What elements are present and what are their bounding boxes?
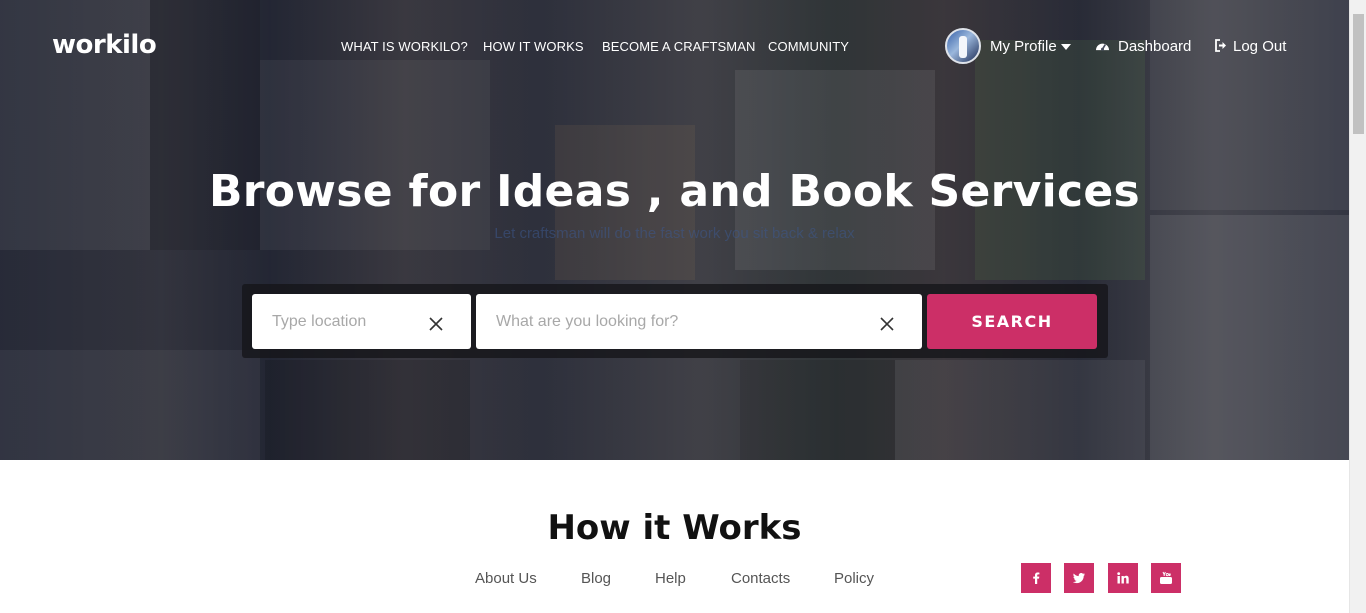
- twitter-icon: [1072, 573, 1085, 584]
- search-button[interactable]: SEARCH: [927, 294, 1097, 349]
- hero-photo-tile: [975, 40, 1145, 280]
- hero-photo-tile: [895, 360, 1145, 460]
- hero-photo-tile: [740, 360, 895, 460]
- avatar[interactable]: [945, 28, 981, 64]
- site-logo[interactable]: workilo: [52, 30, 157, 60]
- facebook-icon: [1033, 572, 1040, 584]
- footer-link-blog[interactable]: Blog: [581, 570, 611, 587]
- hero-photo-tile: [1150, 215, 1349, 460]
- hero-photo-tile: [260, 60, 490, 250]
- logout-link[interactable]: Log Out: [1233, 38, 1286, 55]
- logout-icon: [1215, 39, 1226, 52]
- dashboard-link[interactable]: Dashboard: [1118, 38, 1191, 55]
- footer-link-about-us[interactable]: About Us: [475, 570, 537, 587]
- hero-photo-tile: [0, 350, 260, 460]
- footer-link-help[interactable]: Help: [655, 570, 686, 587]
- nav-how-it-works[interactable]: HOW IT WORKS: [483, 39, 584, 54]
- dashboard-icon: [1096, 43, 1109, 51]
- clear-search-icon[interactable]: [880, 317, 894, 331]
- my-profile-menu[interactable]: My Profile: [990, 38, 1057, 55]
- nav-become-a-craftsman[interactable]: BECOME A CRAFTSMAN: [602, 39, 756, 54]
- hero-subtitle: Let craftsman will do the fast work you …: [494, 225, 855, 242]
- linkedin-button[interactable]: [1108, 563, 1138, 593]
- page-scrollbar[interactable]: [1349, 0, 1366, 613]
- scrollbar-thumb[interactable]: [1353, 14, 1364, 134]
- linkedin-icon: [1117, 572, 1129, 584]
- footer-link-contacts[interactable]: Contacts: [731, 570, 790, 587]
- youtube-icon: [1160, 571, 1172, 584]
- youtube-button[interactable]: [1151, 563, 1181, 593]
- facebook-button[interactable]: [1021, 563, 1051, 593]
- hero-title: Browse for Ideas , and Book Services: [208, 166, 1141, 217]
- search-input[interactable]: [476, 294, 922, 349]
- footer-link-policy[interactable]: Policy: [834, 570, 874, 587]
- nav-what-is-workilo[interactable]: WHAT IS WORKILO?: [341, 39, 468, 54]
- clear-location-icon[interactable]: [429, 317, 443, 331]
- chevron-down-icon[interactable]: [1061, 44, 1071, 50]
- nav-community[interactable]: COMMUNITY: [768, 39, 849, 54]
- twitter-button[interactable]: [1064, 563, 1094, 593]
- hero-photo-tile: [265, 360, 470, 460]
- section-title: How it Works: [547, 508, 802, 548]
